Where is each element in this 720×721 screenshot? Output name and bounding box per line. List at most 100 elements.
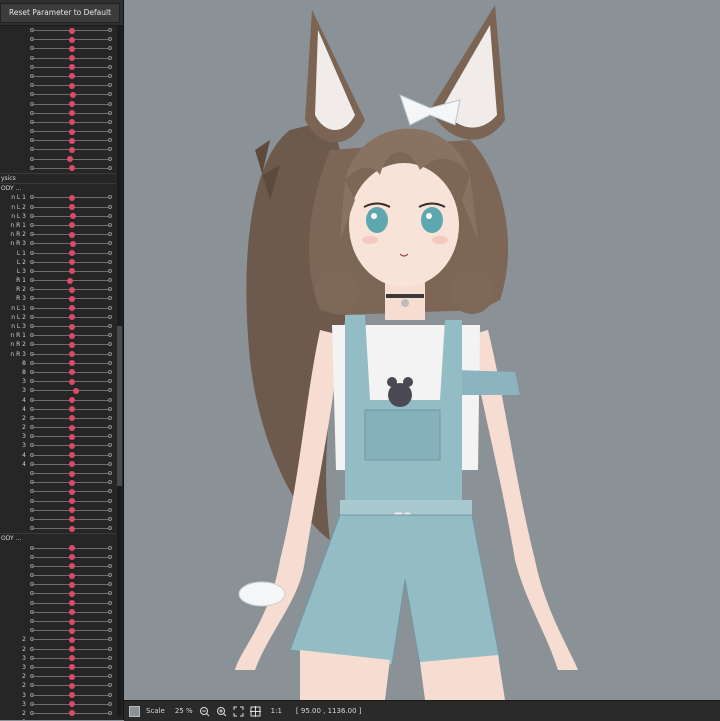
parameter-slider-knob[interactable] — [69, 147, 75, 153]
parameter-slider-knob[interactable] — [70, 241, 76, 247]
parameter-row[interactable]: n L 2 — [0, 203, 116, 212]
parameter-slider-knob[interactable] — [69, 37, 75, 43]
crosshair-icon[interactable] — [250, 706, 261, 717]
parameter-slider-knob[interactable] — [69, 369, 75, 375]
parameter-slider-knob[interactable] — [69, 683, 75, 689]
parameter-row[interactable] — [0, 589, 116, 598]
background-color-swatch[interactable] — [129, 706, 140, 717]
parameter-slider-knob[interactable] — [69, 268, 75, 274]
parameter-slider-knob[interactable] — [67, 278, 73, 284]
parameter-slider-knob[interactable] — [69, 129, 75, 135]
parameter-row[interactable] — [0, 63, 116, 72]
parameter-row[interactable] — [0, 72, 116, 81]
parameter-row[interactable]: 4 — [0, 451, 116, 460]
parameter-row[interactable]: 2 — [0, 423, 116, 432]
parameter-row[interactable]: L 1 — [0, 249, 116, 258]
zoom-out-icon[interactable] — [199, 706, 210, 717]
parameter-row[interactable]: 3 — [0, 700, 116, 709]
parameter-row[interactable]: 2 — [0, 681, 116, 690]
parameter-slider-knob[interactable] — [69, 692, 75, 698]
parameter-slider-knob[interactable] — [69, 480, 75, 486]
parameter-slider-knob[interactable] — [69, 46, 75, 52]
parameter-row[interactable] — [0, 599, 116, 608]
parameter-slider-knob[interactable] — [69, 582, 75, 588]
parameter-slider-knob[interactable] — [69, 259, 75, 265]
parameter-slider-knob[interactable] — [69, 55, 75, 61]
parameter-slider-knob[interactable] — [69, 305, 75, 311]
parameter-slider-knob[interactable] — [69, 443, 75, 449]
parameter-row[interactable]: n L 2 — [0, 313, 116, 322]
parameter-row[interactable]: n R 2 — [0, 340, 116, 349]
parameter-slider-knob[interactable] — [69, 710, 75, 716]
parameter-slider-knob[interactable] — [69, 333, 75, 339]
ratio-button[interactable]: 1:1 — [271, 707, 282, 715]
parameter-row[interactable] — [0, 90, 116, 99]
parameter-slider-knob[interactable] — [69, 110, 75, 116]
parameter-row[interactable] — [0, 100, 116, 109]
parameter-slider-knob[interactable] — [69, 646, 75, 652]
parameter-slider-knob[interactable] — [69, 83, 75, 89]
parameter-row[interactable] — [0, 544, 116, 553]
fit-icon[interactable] — [233, 706, 244, 717]
reset-parameter-button[interactable]: Reset Parameter to Default — [0, 3, 120, 23]
parameter-slider-knob[interactable] — [69, 637, 75, 643]
parameter-row[interactable]: n L 3 — [0, 322, 116, 331]
parameter-slider-knob[interactable] — [69, 674, 75, 680]
parameter-group-header[interactable]: ysics — [0, 173, 116, 183]
parameter-row[interactable]: 3 — [0, 663, 116, 672]
parameter-row[interactable]: 3 — [0, 386, 116, 395]
parameter-slider-knob[interactable] — [69, 516, 75, 522]
parameter-slider-knob[interactable] — [69, 165, 75, 171]
parameter-row[interactable] — [0, 118, 116, 127]
parameter-row[interactable]: R 1 — [0, 276, 116, 285]
parameter-row[interactable] — [0, 44, 116, 53]
parameter-row[interactable] — [0, 524, 116, 533]
parameter-slider-knob[interactable] — [69, 461, 75, 467]
parameter-row[interactable]: 3 — [0, 432, 116, 441]
parameter-row[interactable]: R 2 — [0, 285, 116, 294]
parameter-row[interactable]: n L 1 — [0, 193, 116, 202]
parameter-row[interactable] — [0, 478, 116, 487]
parameter-slider-knob[interactable] — [69, 498, 75, 504]
parameter-row[interactable]: n R 3 — [0, 350, 116, 359]
parameter-slider-knob[interactable] — [69, 342, 75, 348]
parameter-row[interactable]: 3 — [0, 377, 116, 386]
parameter-slider-knob[interactable] — [69, 324, 75, 330]
parameter-row[interactable] — [0, 580, 116, 589]
parameter-slider-knob[interactable] — [69, 119, 75, 125]
parameter-row[interactable] — [0, 145, 116, 154]
parameter-row[interactable]: 4 — [0, 396, 116, 405]
parameter-slider-knob[interactable] — [70, 92, 76, 98]
parameter-row[interactable]: n R 3 — [0, 239, 116, 248]
parameter-row[interactable]: L 2 — [0, 258, 116, 267]
parameter-row[interactable] — [0, 136, 116, 145]
parameter-row[interactable] — [0, 164, 116, 173]
parameter-slider-track[interactable] — [32, 390, 111, 391]
parameter-row[interactable]: 3 — [0, 654, 116, 663]
parameter-row[interactable] — [0, 127, 116, 136]
parameter-group-header[interactable]: ODY ... — [0, 183, 116, 193]
parameter-slider-knob[interactable] — [69, 397, 75, 403]
parameter-row[interactable]: n R 1 — [0, 221, 116, 230]
parameter-slider-knob[interactable] — [69, 489, 75, 495]
parameter-slider-knob[interactable] — [69, 222, 75, 228]
parameter-slider-knob[interactable] — [69, 425, 75, 431]
parameter-row[interactable] — [0, 562, 116, 571]
parameter-row[interactable]: 2 — [0, 709, 116, 718]
parameter-slider-knob[interactable] — [73, 388, 79, 394]
parameter-slider-knob[interactable] — [69, 296, 75, 302]
parameter-row[interactable]: 8 — [0, 359, 116, 368]
parameter-row[interactable] — [0, 497, 116, 506]
parameter-slider-knob[interactable] — [69, 452, 75, 458]
parameter-row[interactable]: 4 — [0, 405, 116, 414]
scale-value[interactable]: 25 % — [175, 707, 193, 715]
parameter-slider-knob[interactable] — [69, 600, 75, 606]
parameter-slider-knob[interactable] — [69, 664, 75, 670]
parameter-slider-knob[interactable] — [69, 573, 75, 579]
parameter-row[interactable]: 2 — [0, 635, 116, 644]
parameter-slider-knob[interactable] — [69, 554, 75, 560]
zoom-in-icon[interactable] — [216, 706, 227, 717]
parameter-slider-knob[interactable] — [69, 379, 75, 385]
parameter-row[interactable] — [0, 54, 116, 63]
parameter-slider-knob[interactable] — [69, 204, 75, 210]
